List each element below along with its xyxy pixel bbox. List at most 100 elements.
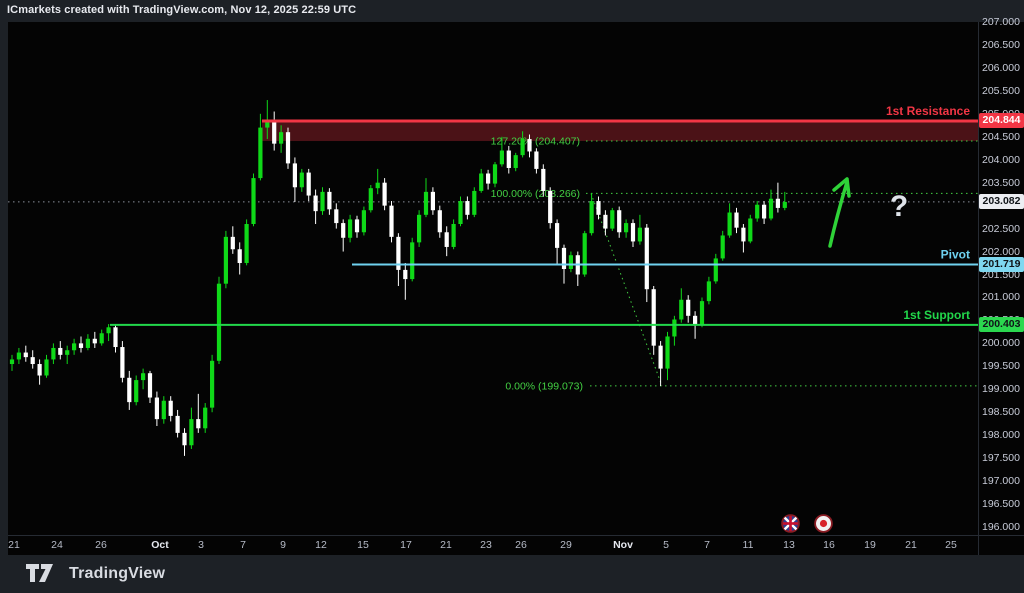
time-tick: 21 xyxy=(905,539,917,551)
price-tick: 197.500 xyxy=(982,452,1024,464)
price-tick: 199.000 xyxy=(982,383,1024,395)
time-tick: 7 xyxy=(704,539,710,551)
candle-body xyxy=(320,192,324,211)
candle-body xyxy=(672,319,676,336)
price-tick: 197.000 xyxy=(982,475,1024,487)
candle-body xyxy=(176,416,180,433)
tradingview-logo-icon[interactable] xyxy=(26,564,60,584)
candle-body xyxy=(783,202,787,208)
candle-body xyxy=(169,401,173,416)
candle-body xyxy=(541,169,545,191)
candle-body xyxy=(38,364,42,375)
candle-body xyxy=(424,192,428,215)
candle-body xyxy=(458,201,462,224)
candle-body xyxy=(534,151,538,168)
candle-body xyxy=(479,174,483,191)
candle-body xyxy=(521,139,525,155)
candle-body xyxy=(721,235,725,258)
price-tag-1st-resistance: 204.844 xyxy=(979,113,1024,128)
time-tick: 5 xyxy=(663,539,669,551)
candle-body xyxy=(307,173,311,196)
candle-body xyxy=(362,210,366,232)
price-tick: 199.500 xyxy=(982,360,1024,372)
candle-body xyxy=(182,433,186,445)
candle-body xyxy=(162,401,166,419)
candle-body xyxy=(403,270,407,279)
price-tick: 207.000 xyxy=(982,16,1024,28)
candle-body xyxy=(44,359,48,375)
fib-label-2: 0.00% (199.073) xyxy=(505,380,583,392)
candle-body xyxy=(686,300,690,316)
candle-body xyxy=(700,301,704,324)
candle-body xyxy=(734,213,738,228)
price-tick: 202.500 xyxy=(982,223,1024,235)
candle-body xyxy=(659,346,663,369)
time-tick: 7 xyxy=(240,539,246,551)
candle-body xyxy=(58,348,62,355)
candle-body xyxy=(776,199,780,208)
candle-body xyxy=(72,343,76,350)
resistance-zone[interactable] xyxy=(262,122,978,141)
candle-body xyxy=(583,233,587,274)
brand-name[interactable]: TradingView xyxy=(69,565,165,583)
time-tick: 12 xyxy=(315,539,327,551)
candle-body xyxy=(210,361,214,408)
time-tick: 9 xyxy=(280,539,286,551)
time-tick: 26 xyxy=(515,539,527,551)
time-tick: 29 xyxy=(560,539,572,551)
candle-body xyxy=(258,128,262,179)
candle-body xyxy=(148,373,152,397)
question-mark-annotation: ? xyxy=(886,190,912,224)
time-tick: 21 xyxy=(8,539,20,551)
time-tick: 26 xyxy=(95,539,107,551)
candle-body xyxy=(341,223,345,238)
candle-body xyxy=(445,232,449,247)
candle-body xyxy=(245,224,249,263)
time-tick: 25 xyxy=(945,539,957,551)
candle-body xyxy=(507,151,511,168)
time-tick: Oct xyxy=(151,539,169,551)
candle-body xyxy=(562,248,566,269)
candle-body xyxy=(410,242,414,279)
candle-body xyxy=(493,164,497,183)
price-tick: 202.000 xyxy=(982,246,1024,258)
candle-body xyxy=(665,336,669,368)
candle-body xyxy=(548,191,552,223)
candle-body xyxy=(31,357,35,364)
level-label-0: 1st Resistance xyxy=(886,104,970,118)
candle-body xyxy=(10,359,14,364)
candle-body xyxy=(679,300,683,320)
candle-body xyxy=(107,327,111,333)
candle-body xyxy=(17,353,21,360)
price-tick: 200.000 xyxy=(982,337,1024,349)
candle-body xyxy=(334,209,338,223)
candle-body xyxy=(652,289,656,345)
candle-body xyxy=(79,343,83,348)
time-tick: 19 xyxy=(864,539,876,551)
time-tick: Nov xyxy=(613,539,633,551)
candle-body xyxy=(486,174,490,184)
candle-body xyxy=(631,223,635,241)
candle-body xyxy=(617,210,621,232)
candle-body xyxy=(113,327,117,347)
candle-body xyxy=(755,205,759,219)
candle-body xyxy=(86,339,90,348)
up-arrow-shaft[interactable] xyxy=(830,182,847,246)
candle-body xyxy=(141,373,145,380)
candle-body xyxy=(24,353,28,358)
candle-body xyxy=(465,201,469,215)
candle-body xyxy=(272,120,276,143)
candle-body xyxy=(279,132,283,143)
candle-body xyxy=(769,199,773,219)
price-tick: 201.000 xyxy=(982,291,1024,303)
candle-body xyxy=(196,419,200,428)
uk-flag-icon xyxy=(781,514,800,533)
candle-body xyxy=(714,258,718,281)
candle-body xyxy=(438,210,442,232)
level-label-2: 1st Support xyxy=(903,308,970,322)
candle-body xyxy=(452,224,456,247)
price-tick: 198.000 xyxy=(982,429,1024,441)
candle-body xyxy=(741,228,745,242)
candlestick-chart[interactable]: 127.20% (204.407)100.00% (203.266)0.00% … xyxy=(0,0,1024,593)
candle-body xyxy=(369,188,373,210)
